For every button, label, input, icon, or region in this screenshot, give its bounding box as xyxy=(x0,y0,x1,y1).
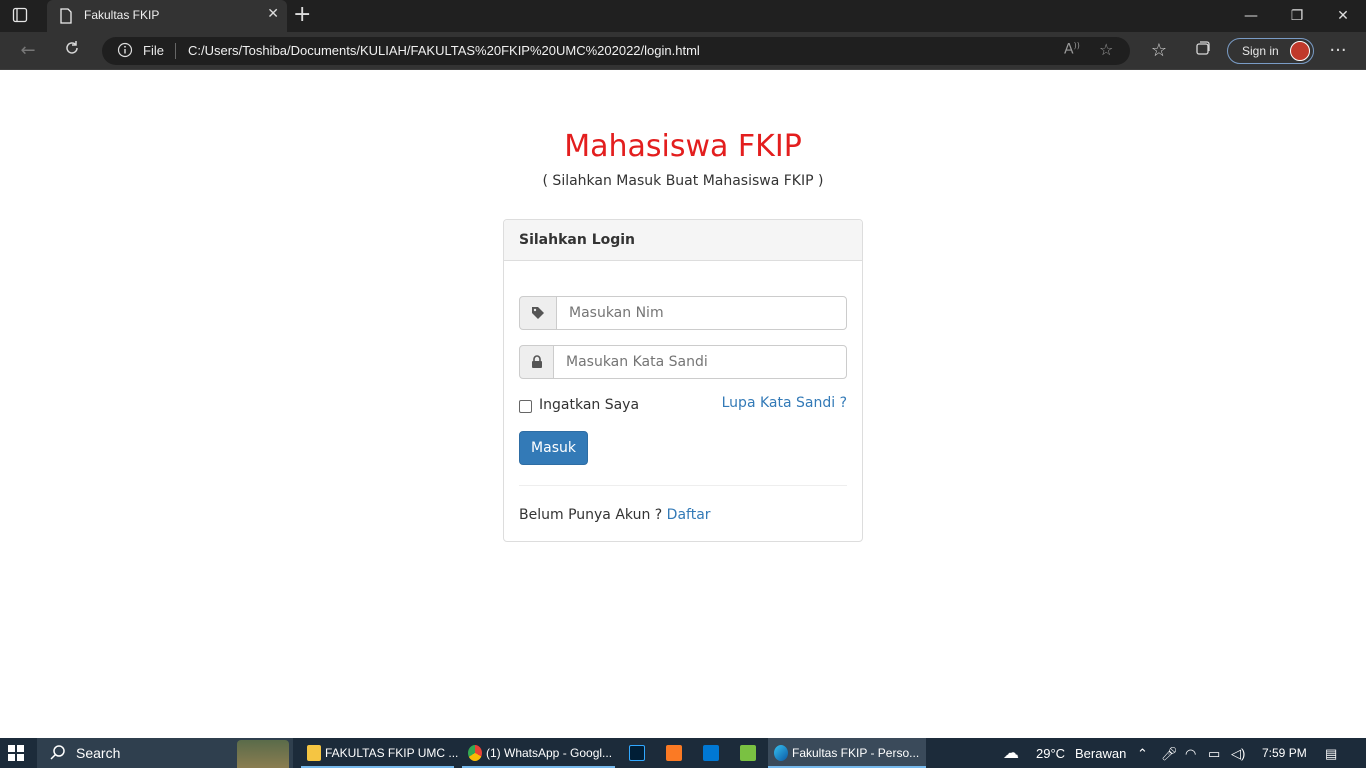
battery-icon[interactable]: ▭ xyxy=(1208,746,1220,762)
page-subtitle: ( Silahkan Masuk Buat Mahasiswa FKIP ) xyxy=(542,173,824,189)
windows-start-icon[interactable] xyxy=(8,745,24,761)
restore-button[interactable]: ❐ xyxy=(1274,0,1320,32)
tab-close-icon[interactable]: ✕ xyxy=(267,6,279,22)
browser-tab-bar: Fakultas FKIP ✕ + — ❐ ✕ xyxy=(0,0,1366,32)
task-label: Fakultas FKIP - Perso... xyxy=(792,746,920,760)
taskbar: Search FAKULTAS FKIP UMC ... (1) WhatsAp… xyxy=(0,738,1366,768)
favorites-icon[interactable]: ☆ xyxy=(1147,39,1171,63)
taskbar-task-edge[interactable]: Fakultas FKIP - Perso... xyxy=(768,738,926,768)
wifi-icon[interactable]: ◠ xyxy=(1185,746,1196,762)
task-label: FAKULTAS FKIP UMC ... xyxy=(325,746,459,760)
edge-icon xyxy=(774,745,788,761)
cloud-icon[interactable]: ☁ xyxy=(1003,743,1019,763)
collections-icon[interactable] xyxy=(1191,39,1215,63)
password-input-group xyxy=(519,345,847,379)
search-highlight-image xyxy=(237,740,289,768)
new-tab-button[interactable]: + xyxy=(293,4,311,26)
add-favorite-icon[interactable]: ☆ xyxy=(1099,40,1113,59)
tab-actions-icon[interactable] xyxy=(12,7,36,25)
browser-tab[interactable]: Fakultas FKIP ✕ xyxy=(47,0,287,32)
submit-button[interactable]: Masuk xyxy=(519,431,588,465)
photoshop-icon[interactable] xyxy=(629,745,645,761)
divider xyxy=(519,485,847,486)
address-bar[interactable]: File C:/Users/Toshiba/Documents/KULIAH/F… xyxy=(102,37,1130,65)
microphone-icon[interactable]: 🎤︎ xyxy=(1161,746,1178,762)
task-label: (1) WhatsApp - Googl... xyxy=(486,746,613,760)
sign-in-button[interactable]: Sign in xyxy=(1227,38,1314,64)
nim-input[interactable] xyxy=(556,296,847,330)
address-separator xyxy=(175,43,176,59)
search-label: Search xyxy=(76,745,121,761)
notifications-icon[interactable]: ▤ xyxy=(1325,746,1337,762)
login-panel: Silahkan Login Ingatkan Saya Lupa Kata S… xyxy=(503,219,863,542)
search-icon xyxy=(49,744,67,766)
password-input[interactable] xyxy=(553,345,847,379)
page-favicon-icon xyxy=(59,8,73,28)
taskbar-search[interactable]: Search xyxy=(37,738,293,768)
lock-icon xyxy=(519,345,554,379)
folder-icon xyxy=(307,745,321,761)
address-url[interactable]: C:/Users/Toshiba/Documents/KULIAH/FAKULT… xyxy=(188,43,700,58)
refresh-icon[interactable] xyxy=(60,39,84,63)
clock[interactable]: 7:59 PM xyxy=(1262,746,1307,760)
tag-icon xyxy=(519,296,557,330)
register-link[interactable]: Daftar xyxy=(667,507,711,523)
site-info-icon[interactable] xyxy=(117,42,133,62)
page-title: Mahasiswa FKIP xyxy=(564,129,802,164)
volume-icon[interactable]: ◁) xyxy=(1231,746,1245,762)
weather-temp[interactable]: 29°C xyxy=(1036,746,1065,761)
forgot-password-link[interactable]: Lupa Kata Sandi ? xyxy=(722,395,847,411)
vscode-icon[interactable] xyxy=(703,745,719,761)
notepadpp-icon[interactable] xyxy=(740,745,756,761)
back-icon[interactable]: ← xyxy=(16,39,40,63)
avatar xyxy=(1290,41,1310,61)
chrome-icon xyxy=(468,745,482,761)
taskbar-task-chrome[interactable]: (1) WhatsApp - Googl... xyxy=(462,738,615,768)
remember-label[interactable]: Ingatkan Saya xyxy=(539,397,639,413)
nim-input-group xyxy=(519,296,847,330)
register-prompt: Belum Punya Akun ? xyxy=(519,507,663,523)
more-options-icon[interactable]: ··· xyxy=(1326,39,1350,63)
weather-text[interactable]: Berawan xyxy=(1075,746,1126,761)
chevron-up-icon[interactable]: ⌃ xyxy=(1137,746,1148,762)
browser-toolbar: ← File C:/Users/Toshiba/Documents/KULIAH… xyxy=(0,32,1366,70)
panel-title: Silahkan Login xyxy=(504,220,862,261)
taskbar-task-explorer[interactable]: FAKULTAS FKIP UMC ... xyxy=(301,738,458,768)
page-content: Mahasiswa FKIP ( Silahkan Masuk Buat Mah… xyxy=(0,71,1366,738)
read-aloud-icon[interactable]: A)) xyxy=(1064,41,1080,58)
register-row: Belum Punya Akun ? Daftar xyxy=(519,507,711,523)
sign-in-label: Sign in xyxy=(1242,44,1279,58)
tab-title: Fakultas FKIP xyxy=(84,8,160,22)
address-scheme: File xyxy=(143,43,164,58)
xampp-icon[interactable] xyxy=(666,745,682,761)
close-window-button[interactable]: ✕ xyxy=(1320,0,1366,32)
remember-checkbox[interactable] xyxy=(519,400,532,413)
minimize-button[interactable]: — xyxy=(1228,0,1274,32)
